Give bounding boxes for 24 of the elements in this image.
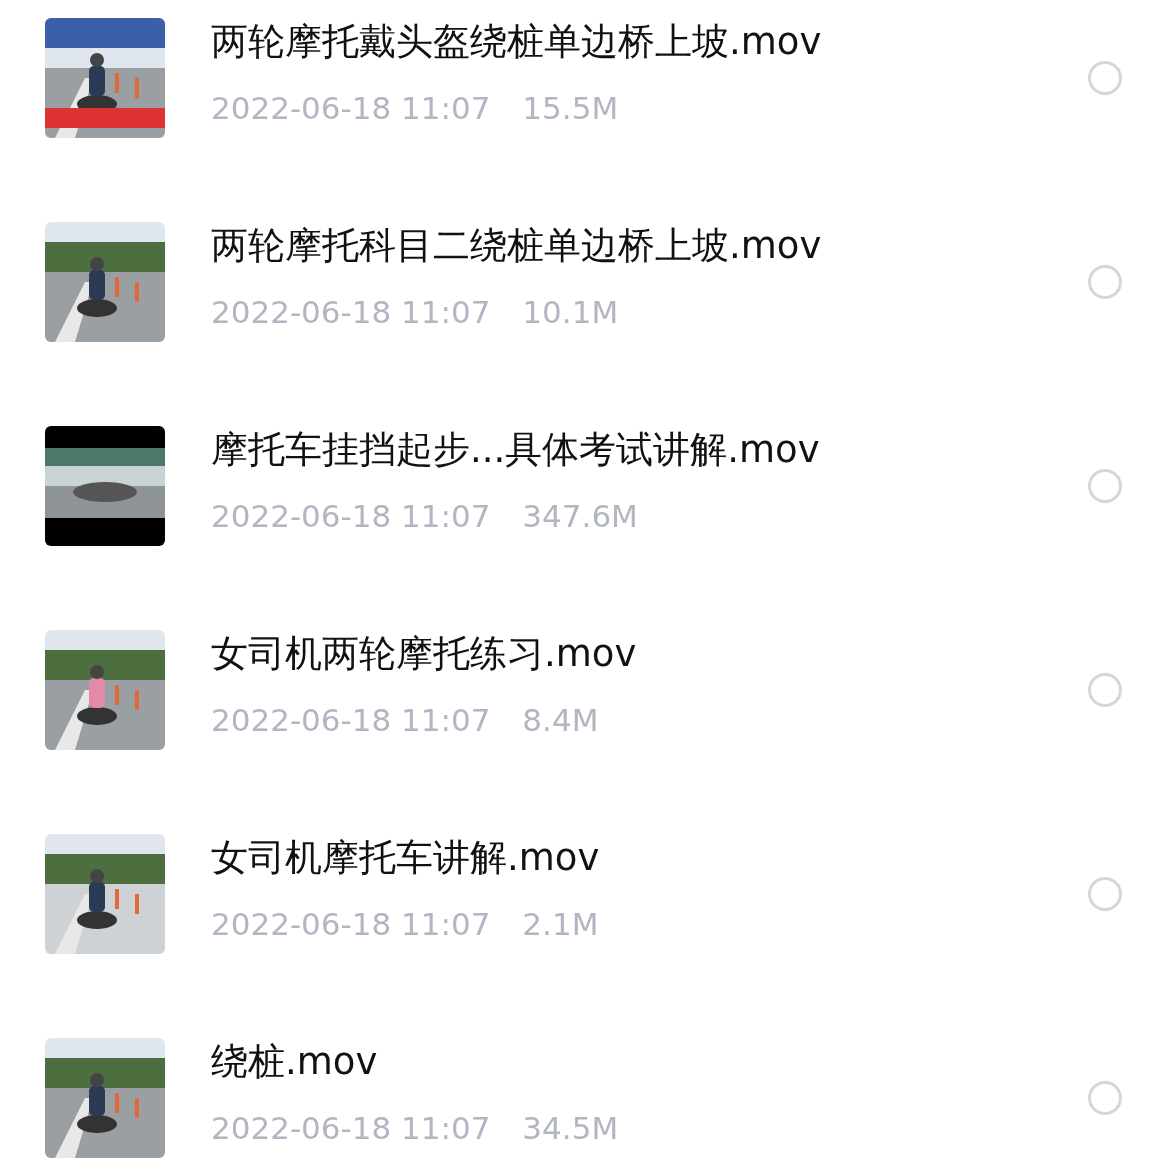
file-date: 2022-06-18 11:07 xyxy=(211,497,491,536)
file-date: 2022-06-18 11:07 xyxy=(211,89,491,128)
file-size: 34.5M xyxy=(522,1109,619,1148)
file-date: 2022-06-18 11:07 xyxy=(211,701,491,740)
select-radio[interactable] xyxy=(1088,673,1122,707)
file-name: 女司机摩托车讲解.mov xyxy=(211,835,601,881)
file-name: 摩托车挂挡起步...具体考试讲解.mov xyxy=(211,427,821,473)
file-size: 347.6M xyxy=(522,497,638,536)
file-name: 女司机两轮摩托练习.mov xyxy=(211,631,638,677)
file-size: 15.5M xyxy=(522,89,619,128)
file-size: 8.4M xyxy=(522,701,599,740)
file-date: 2022-06-18 11:07 xyxy=(211,1109,491,1148)
select-radio[interactable] xyxy=(1088,469,1122,503)
select-radio[interactable] xyxy=(1088,877,1122,911)
file-size: 2.1M xyxy=(522,905,599,944)
file-date: 2022-06-18 11:07 xyxy=(211,293,491,332)
file-size: 10.1M xyxy=(522,293,619,332)
file-name: 两轮摩托科目二绕桩单边桥上坡.mov xyxy=(211,223,823,269)
select-radio[interactable] xyxy=(1088,265,1122,299)
select-radio[interactable] xyxy=(1088,1081,1122,1115)
select-radio[interactable] xyxy=(1088,61,1122,95)
file-date: 2022-06-18 11:07 xyxy=(211,905,491,944)
file-name: 绕桩.mov xyxy=(211,1039,379,1085)
file-name: 两轮摩托戴头盔绕桩单边桥上坡.mov xyxy=(211,19,823,65)
